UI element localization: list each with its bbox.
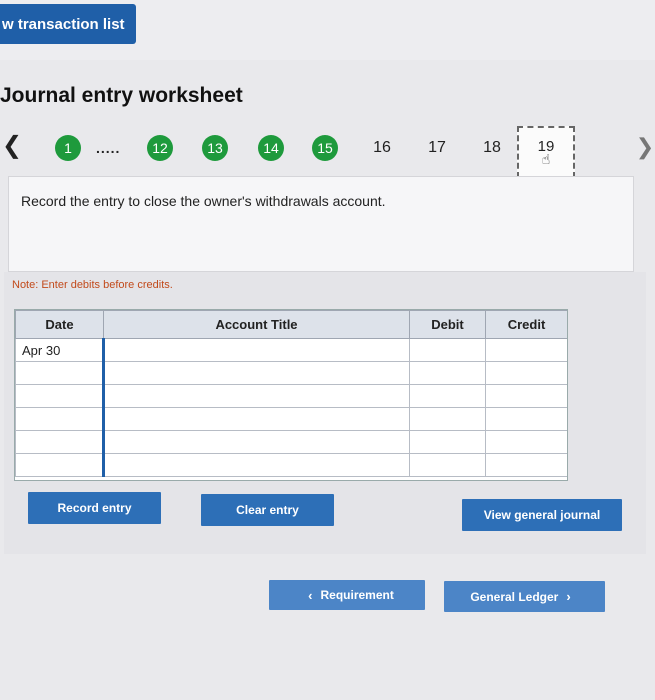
- chevron-right-icon[interactable]: ❯: [636, 134, 654, 160]
- account-title-input[interactable]: [102, 338, 410, 362]
- credit-input[interactable]: [485, 338, 567, 362]
- chevron-left-icon: ‹: [308, 587, 313, 603]
- date-cell[interactable]: [15, 453, 104, 477]
- debit-input[interactable]: [409, 338, 486, 362]
- date-cell[interactable]: [15, 361, 104, 385]
- page-title: Journal entry worksheet: [0, 84, 243, 107]
- date-cell[interactable]: Apr 30: [15, 338, 104, 362]
- credit-input[interactable]: [485, 407, 567, 431]
- table-row: [15, 361, 567, 385]
- chevron-left-icon[interactable]: ❮: [2, 132, 22, 159]
- requirement-button[interactable]: ‹ Requirement: [269, 580, 425, 610]
- hand-cursor-icon: ☝: [541, 151, 551, 167]
- clear-entry-button[interactable]: Clear entry: [201, 494, 334, 526]
- account-title-input[interactable]: [102, 430, 410, 454]
- account-title-input[interactable]: [102, 384, 410, 408]
- view-transaction-list-button[interactable]: w transaction list: [0, 4, 136, 44]
- journal-table: Date Account Title Debit Credit Apr 30: [14, 309, 568, 481]
- step-ellipsis: .....: [96, 140, 121, 156]
- table-row: [15, 384, 567, 408]
- debit-input[interactable]: [409, 430, 486, 454]
- credit-input[interactable]: [485, 430, 567, 454]
- date-cell[interactable]: [15, 407, 104, 431]
- step-17[interactable]: 17: [424, 135, 450, 161]
- step-15[interactable]: 15: [312, 135, 338, 161]
- debit-input[interactable]: [409, 407, 486, 431]
- credit-input[interactable]: [485, 361, 567, 385]
- step-18[interactable]: 18: [479, 135, 505, 161]
- table-row: [15, 453, 567, 477]
- step-16[interactable]: 16: [369, 135, 395, 161]
- step-19-current[interactable]: 19 ☝: [517, 126, 575, 178]
- step-14[interactable]: 14: [258, 135, 284, 161]
- date-cell[interactable]: [15, 384, 104, 408]
- credit-input[interactable]: [485, 384, 567, 408]
- credit-input[interactable]: [485, 453, 567, 477]
- general-ledger-label: General Ledger: [470, 589, 559, 604]
- note-text: Note: Enter debits before credits.: [12, 279, 173, 291]
- view-general-journal-button[interactable]: View general journal: [462, 499, 622, 531]
- header-account-title: Account Title: [103, 310, 410, 339]
- table-row: [15, 407, 567, 431]
- account-title-input[interactable]: [102, 361, 410, 385]
- general-ledger-button[interactable]: General Ledger ›: [444, 581, 605, 612]
- debit-input[interactable]: [409, 361, 486, 385]
- header-credit: Credit: [485, 310, 567, 339]
- table-row: [15, 430, 567, 454]
- table-row: Apr 30: [15, 338, 567, 362]
- chevron-right-icon: ›: [566, 589, 571, 604]
- header-date: Date: [15, 310, 104, 339]
- step-1[interactable]: 1: [55, 135, 81, 161]
- date-cell[interactable]: [15, 430, 104, 454]
- question-box: Record the entry to close the owner's wi…: [8, 176, 634, 272]
- account-title-input[interactable]: [102, 407, 410, 431]
- header-debit: Debit: [409, 310, 486, 339]
- account-title-input[interactable]: [102, 453, 410, 477]
- step-12[interactable]: 12: [147, 135, 173, 161]
- question-text: Record the entry to close the owner's wi…: [21, 193, 386, 209]
- requirement-label: Requirement: [320, 588, 394, 602]
- debit-input[interactable]: [409, 384, 486, 408]
- step-13[interactable]: 13: [202, 135, 228, 161]
- record-entry-button[interactable]: Record entry: [28, 492, 161, 524]
- debit-input[interactable]: [409, 453, 486, 477]
